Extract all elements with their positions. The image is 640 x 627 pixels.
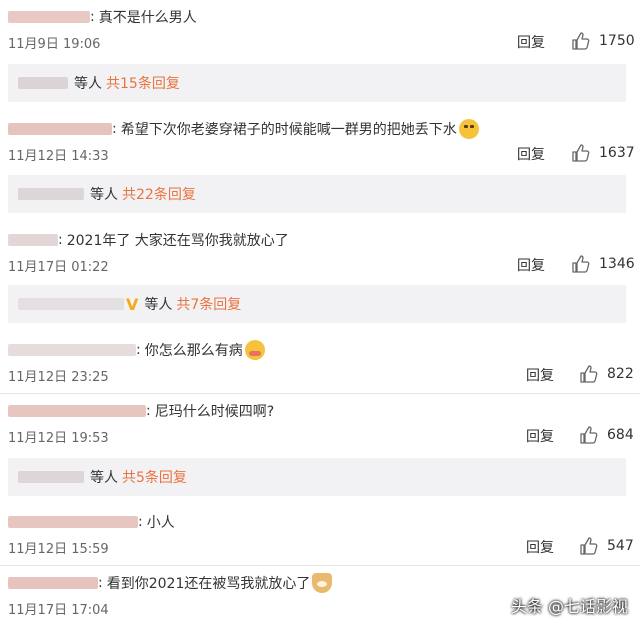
sub-replies-bar[interactable]: 等人 共5条回复 (8, 458, 626, 496)
comment-time: 11月17日 17:04 (8, 603, 109, 618)
sub-replies-link[interactable]: 共15条回复 (106, 73, 180, 93)
like-count: 547 (607, 538, 634, 554)
sad-face-icon (458, 119, 479, 139)
doge-icon (312, 573, 333, 593)
colon: : (90, 9, 95, 25)
thumbs-up-icon (580, 426, 598, 444)
blurred-username (18, 298, 124, 310)
sub-replies-link[interactable]: 共7条回复 (176, 294, 241, 314)
comment-text: 你怎么那么有病 (144, 343, 243, 359)
comment-text: 看到你2021还在被骂我就放心了 (106, 576, 311, 592)
comment-time: 11月9日 19:06 (8, 37, 101, 52)
thumbs-up-icon (572, 144, 590, 162)
colon: : (146, 403, 151, 419)
comment-text: 真不是什么男人 (98, 10, 197, 26)
blurred-username (18, 188, 84, 200)
sub-replies-bar[interactable]: 等人 共22条回复 (8, 175, 626, 213)
blurred-username[interactable] (8, 234, 58, 246)
sub-replies-bar[interactable]: V 等人 共7条回复 (8, 285, 626, 323)
like-button[interactable]: 547 (579, 535, 634, 557)
like-count: 822 (607, 366, 634, 382)
watermark: 头条 @七话影视 (510, 597, 628, 616)
blurred-username[interactable] (8, 516, 138, 528)
blurred-username[interactable] (8, 405, 146, 417)
comment-text: 小人 (146, 515, 175, 531)
colon: : (138, 514, 143, 530)
comment-time: 11月12日 14:33 (8, 149, 109, 164)
sub-replies-label: 等人 (144, 297, 173, 313)
comment-time: 11月17日 01:22 (8, 260, 109, 275)
comment-time: 11月12日 19:53 (8, 431, 109, 446)
comment-text: 2021年了 大家还在骂你我就放心了 (66, 233, 289, 249)
thumbs-up-icon (580, 365, 598, 383)
comment-text: 尼玛什么时候四啊? (154, 404, 275, 420)
blurred-username (18, 77, 68, 89)
colon: : (112, 121, 117, 137)
blurred-username (18, 471, 84, 483)
sick-face-icon (244, 340, 265, 360)
sub-replies-link[interactable]: 共22条回复 (122, 184, 196, 204)
comment-time: 11月12日 23:25 (8, 370, 109, 385)
comment-time: 11月12日 15:59 (8, 542, 109, 557)
like-button[interactable]: 684 (579, 424, 634, 446)
thumbs-up-icon (572, 32, 590, 50)
sub-replies-link[interactable]: 共5条回复 (122, 467, 187, 487)
like-button[interactable]: 1346 (571, 253, 635, 275)
comment-text: 希望下次你老婆穿裙子的时候能喊一群男的把她丢下水 (120, 122, 457, 138)
sub-replies-label: 等人 (90, 470, 118, 486)
reply-button[interactable]: 回复 (517, 32, 545, 52)
sub-replies-label: 等人 (74, 76, 102, 92)
like-count: 1346 (599, 256, 635, 272)
like-button[interactable]: 1637 (571, 142, 635, 164)
verified-badge-icon: V (126, 294, 139, 314)
sub-replies-label: 等人 (90, 187, 118, 203)
colon: : (58, 232, 63, 248)
blurred-username[interactable] (8, 577, 98, 589)
like-count: 1637 (599, 145, 635, 161)
reply-button[interactable]: 回复 (526, 537, 554, 557)
blurred-username[interactable] (8, 123, 112, 135)
colon: : (98, 575, 103, 591)
like-count: 684 (607, 427, 634, 443)
reply-button[interactable]: 回复 (526, 365, 554, 385)
blurred-username[interactable] (8, 344, 136, 356)
like-button[interactable]: 1750 (571, 30, 635, 52)
like-count: 1750 (599, 33, 635, 49)
sub-replies-bar[interactable]: 等人 共15条回复 (8, 64, 626, 102)
reply-button[interactable]: 回复 (517, 255, 545, 275)
thumbs-up-icon (580, 537, 598, 555)
like-button[interactable]: 822 (579, 363, 634, 385)
reply-button[interactable]: 回复 (526, 426, 554, 446)
blurred-username[interactable] (8, 11, 90, 23)
divider (0, 565, 640, 566)
thumbs-up-icon (572, 255, 590, 273)
colon: : (136, 342, 141, 358)
divider (0, 393, 640, 394)
reply-button[interactable]: 回复 (517, 144, 545, 164)
